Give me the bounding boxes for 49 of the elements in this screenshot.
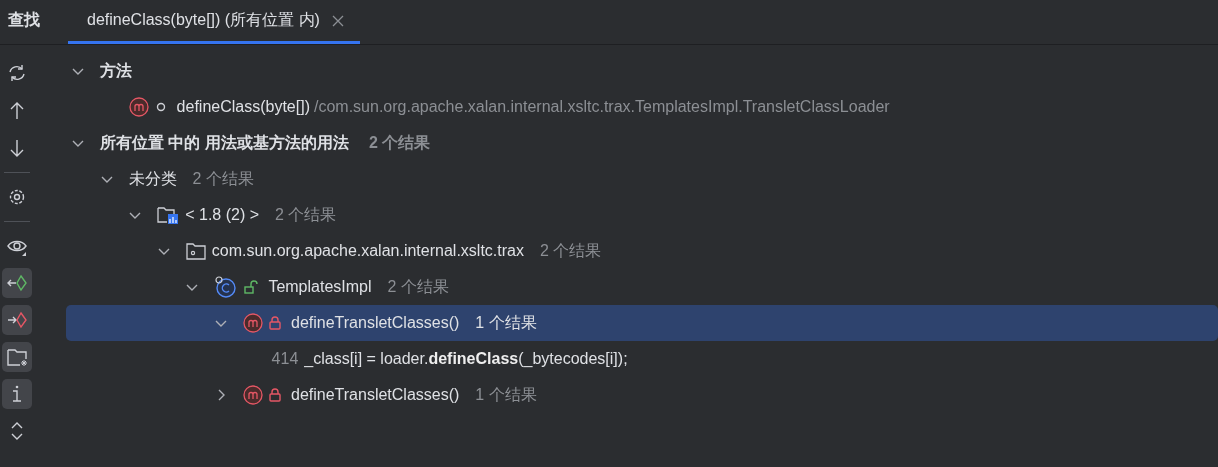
- result-count: 1 个结果: [475, 312, 537, 333]
- lock-icon: [269, 316, 281, 330]
- group-heading: 所有位置 中的 用法或基方法的用法: [100, 132, 349, 153]
- tree-item-label[interactable]: com.sun.org.apache.xalan.internal.xsltc.trax: [211, 242, 524, 260]
- info-button[interactable]: [2, 379, 32, 409]
- tree-row[interactable]: com.sun.org.apache.xalan.internal.xsltc.trax 2 个结果: [66, 233, 1218, 269]
- tree-row[interactable]: defineTransletClasses() 1 个结果: [66, 377, 1218, 413]
- group-heading: 方法: [100, 60, 132, 81]
- result-count: 2 个结果: [368, 132, 431, 153]
- class-icon: [214, 276, 239, 298]
- public-icon: [154, 101, 167, 113]
- read-access-icon: [6, 272, 28, 294]
- method-icon: [128, 97, 149, 117]
- method-icon: [243, 313, 263, 333]
- result-count: 2 个结果: [192, 168, 254, 189]
- unlocked-icon: [244, 280, 259, 294]
- tree-row[interactable]: defineClass(byte[]) /com.sun.org.apache.xalan.internal.xsltc.trax.TemplatesImpl.TransletClassLoader: [66, 89, 1218, 125]
- tree-item-label[interactable]: defineTransletClasses(): [291, 386, 460, 404]
- lock-icon: [269, 388, 281, 402]
- result-count: 2 个结果: [275, 204, 337, 225]
- package-folder-icon: [185, 242, 206, 260]
- qualified-path: /com.sun.org.apache.xalan.internal.xsltc.trax.TemplatesImpl.TransletClassLoader: [314, 98, 890, 116]
- tree-row[interactable]: TemplatesImpl 2 个结果: [66, 269, 1218, 305]
- library-folder-icon: [157, 205, 180, 225]
- close-icon[interactable]: [331, 14, 344, 27]
- line-number: 414: [271, 350, 299, 368]
- tree-row[interactable]: 未分类 2 个结果: [66, 161, 1218, 197]
- tree-item-label[interactable]: < 1.8 (2) >: [185, 206, 259, 224]
- folder-button[interactable]: [2, 342, 32, 372]
- tree-row[interactable]: 所有位置 中的 用法或基方法的用法 2 个结果: [66, 125, 1218, 161]
- tree-item-label[interactable]: defineTransletClasses(): [291, 314, 460, 332]
- selected-tree-row[interactable]: defineTransletClasses() 1 个结果: [66, 305, 1218, 341]
- result-count: 2 个结果: [539, 240, 602, 261]
- folder-icon: [6, 346, 28, 368]
- tree-row[interactable]: < 1.8 (2) > 2 个结果: [66, 197, 1218, 233]
- tree-item-label[interactable]: defineClass(byte[]): [176, 98, 310, 116]
- result-count: 1 个结果: [475, 384, 537, 405]
- panel-title: 查找: [7, 10, 41, 30]
- tree-item-label[interactable]: TemplatesImpl: [268, 278, 372, 296]
- search-tab[interactable]: defineClass(byte[]) (所有位置 内): [68, 0, 360, 44]
- method-icon: [243, 385, 263, 405]
- tree-row[interactable]: 414 _class[i] = loader.defineClass(_bytecodes[i]);: [66, 341, 1218, 377]
- result-count: 2 个结果: [387, 276, 449, 297]
- tree-item-label[interactable]: 未分类: [128, 168, 177, 190]
- write-access-button[interactable]: [2, 305, 32, 335]
- tree-row[interactable]: 方法: [66, 53, 1218, 89]
- code-line: _class[i] = loader.defineClass(_bytecodes[i]);: [304, 350, 628, 368]
- read-access-button[interactable]: [2, 268, 32, 298]
- write-access-icon: [6, 309, 28, 331]
